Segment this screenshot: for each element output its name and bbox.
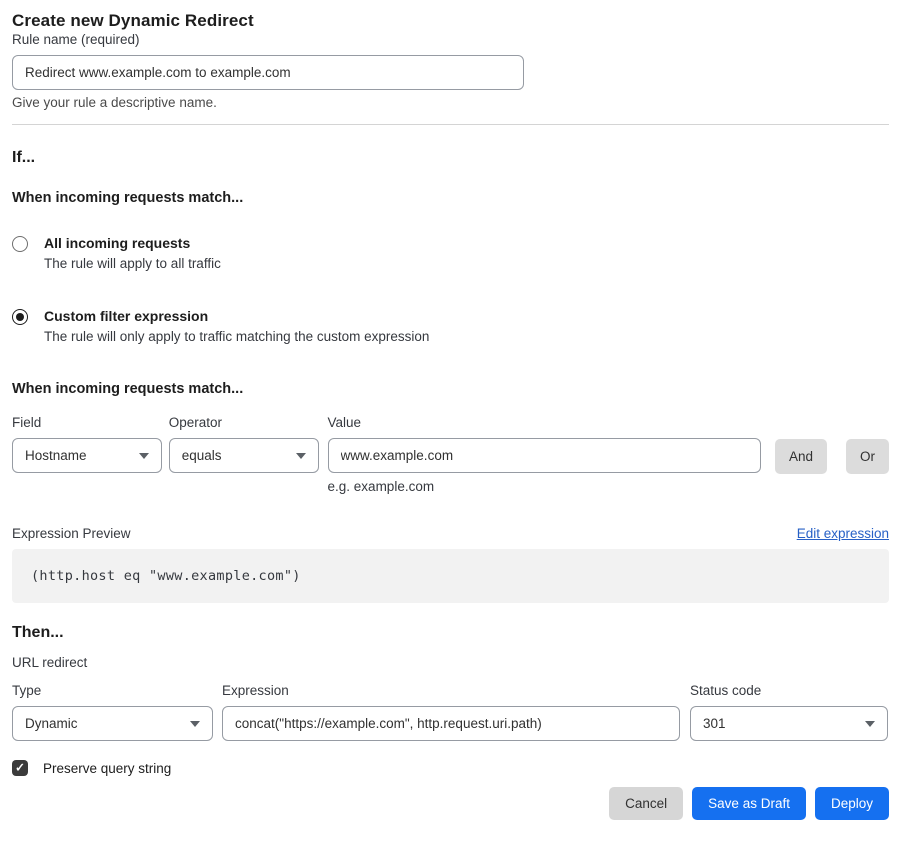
type-select[interactable]: Dynamic xyxy=(12,706,213,741)
expression-column: Expression xyxy=(222,683,680,741)
url-redirect-label: URL redirect xyxy=(12,655,889,670)
save-as-draft-button[interactable]: Save as Draft xyxy=(692,787,806,820)
deploy-button[interactable]: Deploy xyxy=(815,787,889,820)
operator-select[interactable]: equals xyxy=(169,438,319,473)
value-label: Value xyxy=(328,415,761,430)
rule-name-label: Rule name (required) xyxy=(12,32,140,47)
if-heading: If... xyxy=(12,149,889,167)
or-button[interactable]: Or xyxy=(846,439,889,474)
filter-heading: When incoming requests match... xyxy=(12,381,889,397)
edit-expression-link[interactable]: Edit expression xyxy=(797,526,889,541)
type-select-value: Dynamic xyxy=(25,716,78,731)
radio-all-requests-label: All incoming requests xyxy=(44,235,221,251)
status-code-select-value: 301 xyxy=(703,716,726,731)
section-divider xyxy=(12,124,889,125)
radio-custom-filter-label: Custom filter expression xyxy=(44,308,429,324)
create-redirect-form: Create new Dynamic Redirect Rule name (r… xyxy=(0,0,907,820)
preserve-query-string-row[interactable]: ✓ Preserve query string xyxy=(12,760,889,776)
value-help: e.g. example.com xyxy=(328,479,761,494)
and-column: And xyxy=(775,415,827,474)
radio-all-requests-texts: All incoming requests The rule will appl… xyxy=(44,235,221,271)
expression-preview-header: Expression Preview Edit expression xyxy=(12,526,889,541)
type-column: Type Dynamic xyxy=(12,683,213,741)
and-button[interactable]: And xyxy=(775,439,827,474)
status-code-select[interactable]: 301 xyxy=(690,706,888,741)
rule-name-help: Give your rule a descriptive name. xyxy=(12,95,889,110)
preserve-query-string-label: Preserve query string xyxy=(43,761,171,776)
then-heading: Then... xyxy=(12,624,889,642)
operator-label: Operator xyxy=(169,415,319,430)
status-code-label: Status code xyxy=(690,683,888,698)
chevron-down-icon xyxy=(139,453,149,459)
cancel-button[interactable]: Cancel xyxy=(609,787,683,820)
preserve-query-string-checkbox[interactable]: ✓ xyxy=(12,760,28,776)
radio-option-all-requests[interactable]: All incoming requests The rule will appl… xyxy=(12,235,889,271)
field-select-value: Hostname xyxy=(25,448,87,463)
operator-column: Operator equals xyxy=(169,415,319,473)
page-title: Create new Dynamic Redirect xyxy=(12,11,889,31)
value-column: Value e.g. example.com xyxy=(328,415,761,494)
radio-all-requests-control[interactable] xyxy=(12,236,28,252)
expression-preview-label: Expression Preview xyxy=(12,526,131,541)
expression-label: Expression xyxy=(222,683,680,698)
expression-preview-code: (http.host eq "www.example.com") xyxy=(31,568,301,584)
field-column: Field Hostname xyxy=(12,415,162,473)
field-select[interactable]: Hostname xyxy=(12,438,162,473)
check-icon: ✓ xyxy=(15,762,25,774)
status-code-column: Status code 301 xyxy=(690,683,888,741)
radio-all-requests-description: The rule will apply to all traffic xyxy=(44,256,221,271)
radio-custom-filter-texts: Custom filter expression The rule will o… xyxy=(44,308,429,344)
chevron-down-icon xyxy=(296,453,306,459)
radio-custom-filter-control[interactable] xyxy=(12,309,28,325)
type-label: Type xyxy=(12,683,213,698)
redirect-expression-input[interactable] xyxy=(222,706,680,741)
filter-builder-row: Field Hostname Operator equals Value e.g… xyxy=(12,415,889,494)
form-actions: Cancel Save as Draft Deploy xyxy=(12,787,889,820)
rule-name-input[interactable] xyxy=(12,55,524,90)
radio-option-custom-filter[interactable]: Custom filter expression The rule will o… xyxy=(12,308,889,344)
radio-custom-filter-description: The rule will only apply to traffic matc… xyxy=(44,329,429,344)
operator-select-value: equals xyxy=(182,448,222,463)
expression-preview-box: (http.host eq "www.example.com") xyxy=(12,549,889,603)
field-label: Field xyxy=(12,415,162,430)
or-column: Or xyxy=(846,415,889,474)
chevron-down-icon xyxy=(190,721,200,727)
redirect-builder-row: Type Dynamic Expression Status code 301 xyxy=(12,683,889,741)
match-subheading: When incoming requests match... xyxy=(12,190,889,206)
value-input[interactable] xyxy=(328,438,761,473)
chevron-down-icon xyxy=(865,721,875,727)
